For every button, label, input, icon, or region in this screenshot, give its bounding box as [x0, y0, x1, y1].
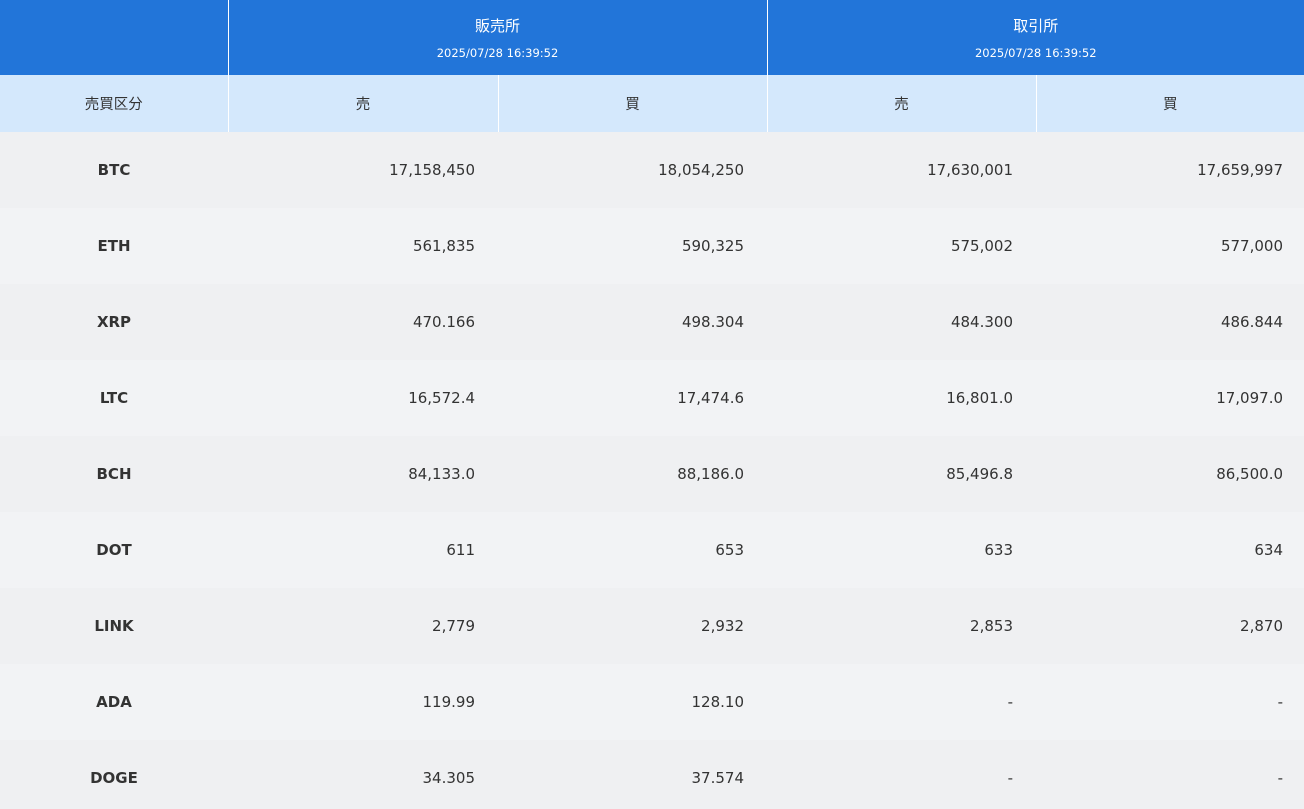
table-row: LINK 2,779 2,932 2,853 2,870: [0, 588, 1304, 664]
table-row: LTC 16,572.4 17,474.6 16,801.0 17,097.0: [0, 360, 1304, 436]
symbol-cell: BTC: [0, 132, 228, 208]
price-cell: 17,630,001: [767, 132, 1036, 208]
group-timestamp: 2025/07/28 16:39:52: [436, 46, 559, 60]
symbol-cell: DOT: [0, 512, 228, 588]
group-header-torihikisho: 取引所 2025/07/28 16:39:52: [766, 0, 1304, 75]
price-cell: 2,853: [767, 588, 1036, 664]
price-cell: 590,325: [498, 208, 767, 284]
group-title: 取引所: [1013, 17, 1059, 35]
group-header-row: 販売所 2025/07/28 16:39:52 取引所 2025/07/28 1…: [0, 0, 1304, 75]
price-cell: 16,801.0: [767, 360, 1036, 436]
table-row: DOT 611 653 633 634: [0, 512, 1304, 588]
symbol-cell: XRP: [0, 284, 228, 360]
price-cell: 128.10: [498, 664, 767, 740]
column-header-sell: 売: [227, 75, 498, 132]
price-cell: 18,054,250: [498, 132, 767, 208]
price-cell: 633: [767, 512, 1036, 588]
corner-cell: [0, 0, 228, 75]
price-cell: -: [1036, 664, 1304, 740]
price-cell: -: [767, 664, 1036, 740]
price-cell: 17,158,450: [228, 132, 498, 208]
price-cell: 86,500.0: [1036, 436, 1304, 512]
price-cell: 84,133.0: [228, 436, 498, 512]
column-header-sell: 売: [766, 75, 1036, 132]
price-cell: 34.305: [228, 740, 498, 809]
symbol-cell: LINK: [0, 588, 228, 664]
column-header-buy: 買: [1035, 75, 1304, 132]
symbol-cell: ADA: [0, 664, 228, 740]
group-title: 販売所: [474, 17, 520, 35]
price-cell: 498.304: [498, 284, 767, 360]
price-cell: 85,496.8: [767, 436, 1036, 512]
price-cell: -: [1036, 740, 1304, 809]
symbol-cell: ETH: [0, 208, 228, 284]
price-cell: 653: [498, 512, 767, 588]
price-cell: 2,932: [498, 588, 767, 664]
price-cell: 2,870: [1036, 588, 1304, 664]
table-row: BTC 17,158,450 18,054,250 17,630,001 17,…: [0, 132, 1304, 208]
column-header-buy: 買: [497, 75, 767, 132]
price-cell: 634: [1036, 512, 1304, 588]
price-cell: 575,002: [767, 208, 1036, 284]
table-row: ADA 119.99 128.10 - -: [0, 664, 1304, 740]
price-cell: 611: [228, 512, 498, 588]
price-cell: 2,779: [228, 588, 498, 664]
price-table-container: 販売所 2025/07/28 16:39:52 取引所 2025/07/28 1…: [0, 0, 1304, 809]
price-cell: 37.574: [498, 740, 767, 809]
price-cell: 119.99: [228, 664, 498, 740]
symbol-cell: LTC: [0, 360, 228, 436]
table-row: DOGE 34.305 37.574 - -: [0, 740, 1304, 809]
price-cell: 470.166: [228, 284, 498, 360]
price-table: 販売所 2025/07/28 16:39:52 取引所 2025/07/28 1…: [0, 0, 1304, 809]
price-cell: 17,659,997: [1036, 132, 1304, 208]
table-row: XRP 470.166 498.304 484.300 486.844: [0, 284, 1304, 360]
symbol-cell: BCH: [0, 436, 228, 512]
symbol-cell: DOGE: [0, 740, 228, 809]
column-header-row: 売買区分 売 買 売 買: [0, 75, 1304, 132]
price-cell: 486.844: [1036, 284, 1304, 360]
price-cell: 561,835: [228, 208, 498, 284]
column-header-type: 売買区分: [0, 75, 228, 132]
price-cell: 88,186.0: [498, 436, 767, 512]
table-row: ETH 561,835 590,325 575,002 577,000: [0, 208, 1304, 284]
price-cell: 17,474.6: [498, 360, 767, 436]
price-cell: 484.300: [767, 284, 1036, 360]
group-header-hanbaisho: 販売所 2025/07/28 16:39:52: [227, 0, 767, 75]
price-cell: 17,097.0: [1036, 360, 1304, 436]
table-row: BCH 84,133.0 88,186.0 85,496.8 86,500.0: [0, 436, 1304, 512]
group-timestamp: 2025/07/28 16:39:52: [974, 46, 1097, 60]
price-cell: 16,572.4: [228, 360, 498, 436]
price-cell: 577,000: [1036, 208, 1304, 284]
price-cell: -: [767, 740, 1036, 809]
